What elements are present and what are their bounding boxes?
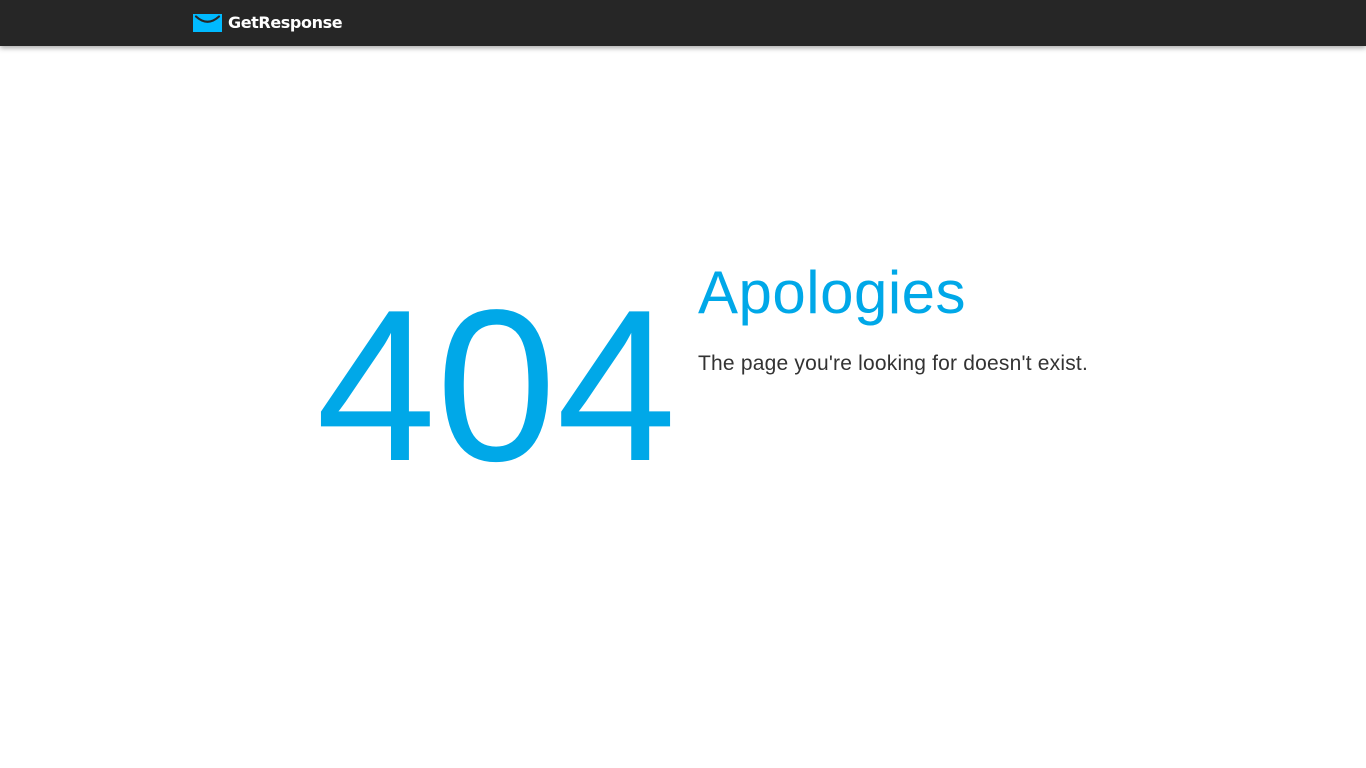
error-message: The page you're looking for doesn't exis… <box>698 352 1088 375</box>
error-code: 404 <box>316 264 677 506</box>
error-page-content: 404 Apologies The page you're looking fo… <box>0 0 1366 768</box>
error-text-block: Apologies The page you're looking for do… <box>698 258 1258 378</box>
error-title: Apologies <box>698 259 967 326</box>
